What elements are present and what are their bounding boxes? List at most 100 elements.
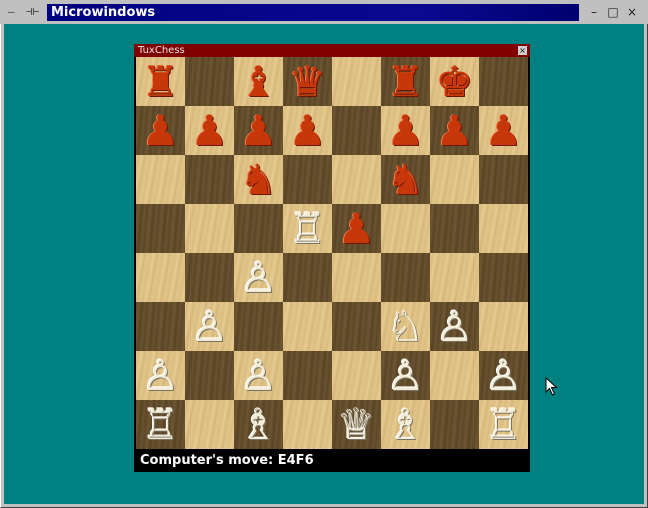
chess-board[interactable]: ♜ ♝ ♛ ♜ ♚ ♟ ♟ ♟ ♟ ♟ ♟ ♟ ♞ ♞ ♖ ♟ ♙ ♙ ♘ ♙ ♙ ♙ ♙ ♙ ♖ ♗ ♕ ♗ ♖ [136, 57, 528, 449]
square-b1[interactable] [185, 400, 234, 449]
chess-piece-icon[interactable]: ♟ [191, 109, 229, 152]
square-e8[interactable] [332, 57, 381, 106]
chess-piece-icon[interactable]: ♗ [240, 403, 278, 446]
square-c6[interactable]: ♞ [234, 155, 283, 204]
square-g3[interactable]: ♙ [430, 302, 479, 351]
chess-piece-icon[interactable]: ♖ [142, 403, 180, 446]
square-e6[interactable] [332, 155, 381, 204]
square-d7[interactable]: ♟ [283, 106, 332, 155]
chess-piece-icon[interactable]: ♙ [240, 256, 278, 299]
square-c3[interactable] [234, 302, 283, 351]
chess-piece-icon[interactable]: ♟ [485, 109, 523, 152]
square-h2[interactable]: ♙ [479, 351, 528, 400]
square-a5[interactable] [136, 204, 185, 253]
square-d1[interactable] [283, 400, 332, 449]
minimize-button[interactable]: – [586, 5, 602, 20]
square-f5[interactable] [381, 204, 430, 253]
square-h3[interactable] [479, 302, 528, 351]
square-e4[interactable] [332, 253, 381, 302]
chess-piece-icon[interactable]: ♜ [387, 60, 425, 103]
square-h8[interactable] [479, 57, 528, 106]
tuxchess-close-button[interactable]: × [518, 46, 527, 55]
square-b8[interactable] [185, 57, 234, 106]
chess-piece-icon[interactable]: ♟ [289, 109, 327, 152]
square-c4[interactable]: ♙ [234, 253, 283, 302]
square-d4[interactable] [283, 253, 332, 302]
square-a4[interactable] [136, 253, 185, 302]
chess-piece-icon[interactable]: ♜ [142, 60, 180, 103]
square-e7[interactable] [332, 106, 381, 155]
square-e5[interactable]: ♟ [332, 204, 381, 253]
chess-piece-icon[interactable]: ♟ [387, 109, 425, 152]
square-e1[interactable]: ♕ [332, 400, 381, 449]
square-c8[interactable]: ♝ [234, 57, 283, 106]
square-f8[interactable]: ♜ [381, 57, 430, 106]
chess-piece-icon[interactable]: ♖ [289, 207, 327, 250]
square-a2[interactable]: ♙ [136, 351, 185, 400]
square-d6[interactable] [283, 155, 332, 204]
chess-piece-icon[interactable]: ♛ [289, 60, 327, 103]
square-b2[interactable] [185, 351, 234, 400]
square-a8[interactable]: ♜ [136, 57, 185, 106]
chess-piece-icon[interactable]: ♘ [387, 305, 425, 348]
chess-piece-icon[interactable]: ♙ [240, 354, 278, 397]
square-h5[interactable] [479, 204, 528, 253]
square-g2[interactable] [430, 351, 479, 400]
square-b6[interactable] [185, 155, 234, 204]
square-f2[interactable]: ♙ [381, 351, 430, 400]
square-g8[interactable]: ♚ [430, 57, 479, 106]
square-c7[interactable]: ♟ [234, 106, 283, 155]
square-b7[interactable]: ♟ [185, 106, 234, 155]
square-d2[interactable] [283, 351, 332, 400]
chess-piece-icon[interactable]: ♟ [240, 109, 278, 152]
square-f7[interactable]: ♟ [381, 106, 430, 155]
square-d5[interactable]: ♖ [283, 204, 332, 253]
square-c5[interactable] [234, 204, 283, 253]
square-b5[interactable] [185, 204, 234, 253]
chess-piece-icon[interactable]: ♟ [436, 109, 474, 152]
chess-piece-icon[interactable]: ♙ [387, 354, 425, 397]
chess-piece-icon[interactable]: ♕ [338, 403, 376, 446]
chess-piece-icon[interactable]: ♟ [142, 109, 180, 152]
square-g7[interactable]: ♟ [430, 106, 479, 155]
square-g6[interactable] [430, 155, 479, 204]
square-g4[interactable] [430, 253, 479, 302]
square-c1[interactable]: ♗ [234, 400, 283, 449]
square-f4[interactable] [381, 253, 430, 302]
chess-piece-icon[interactable]: ♞ [387, 158, 425, 201]
square-b4[interactable] [185, 253, 234, 302]
square-f3[interactable]: ♘ [381, 302, 430, 351]
square-g1[interactable] [430, 400, 479, 449]
chess-piece-icon[interactable]: ♙ [191, 305, 229, 348]
square-g5[interactable] [430, 204, 479, 253]
chess-piece-icon[interactable]: ♟ [338, 207, 376, 250]
square-c2[interactable]: ♙ [234, 351, 283, 400]
square-f6[interactable]: ♞ [381, 155, 430, 204]
tuxchess-titlebar[interactable]: TuxChess × [134, 44, 530, 57]
square-h6[interactable] [479, 155, 528, 204]
chess-piece-icon[interactable]: ♞ [240, 158, 278, 201]
maximize-button[interactable]: □ [605, 5, 621, 20]
chess-piece-icon[interactable]: ♖ [485, 403, 523, 446]
square-d3[interactable] [283, 302, 332, 351]
square-h4[interactable] [479, 253, 528, 302]
square-e2[interactable] [332, 351, 381, 400]
pin-icon[interactable]: ⊣⊢ [26, 6, 39, 18]
chess-piece-icon[interactable]: ♙ [485, 354, 523, 397]
chess-piece-icon[interactable]: ♙ [142, 354, 180, 397]
square-b3[interactable]: ♙ [185, 302, 234, 351]
chess-piece-icon[interactable]: ♙ [436, 305, 474, 348]
square-h1[interactable]: ♖ [479, 400, 528, 449]
square-a6[interactable] [136, 155, 185, 204]
chess-piece-icon[interactable]: ♗ [387, 403, 425, 446]
chess-piece-icon[interactable]: ♝ [240, 60, 278, 103]
square-h7[interactable]: ♟ [479, 106, 528, 155]
window-menu-icon[interactable]: — [8, 6, 15, 18]
window-titlebar[interactable]: — ⊣⊢ Microwindows – □ × [0, 0, 648, 24]
square-f1[interactable]: ♗ [381, 400, 430, 449]
square-a3[interactable] [136, 302, 185, 351]
square-a1[interactable]: ♖ [136, 400, 185, 449]
square-e3[interactable] [332, 302, 381, 351]
square-a7[interactable]: ♟ [136, 106, 185, 155]
square-d8[interactable]: ♛ [283, 57, 332, 106]
